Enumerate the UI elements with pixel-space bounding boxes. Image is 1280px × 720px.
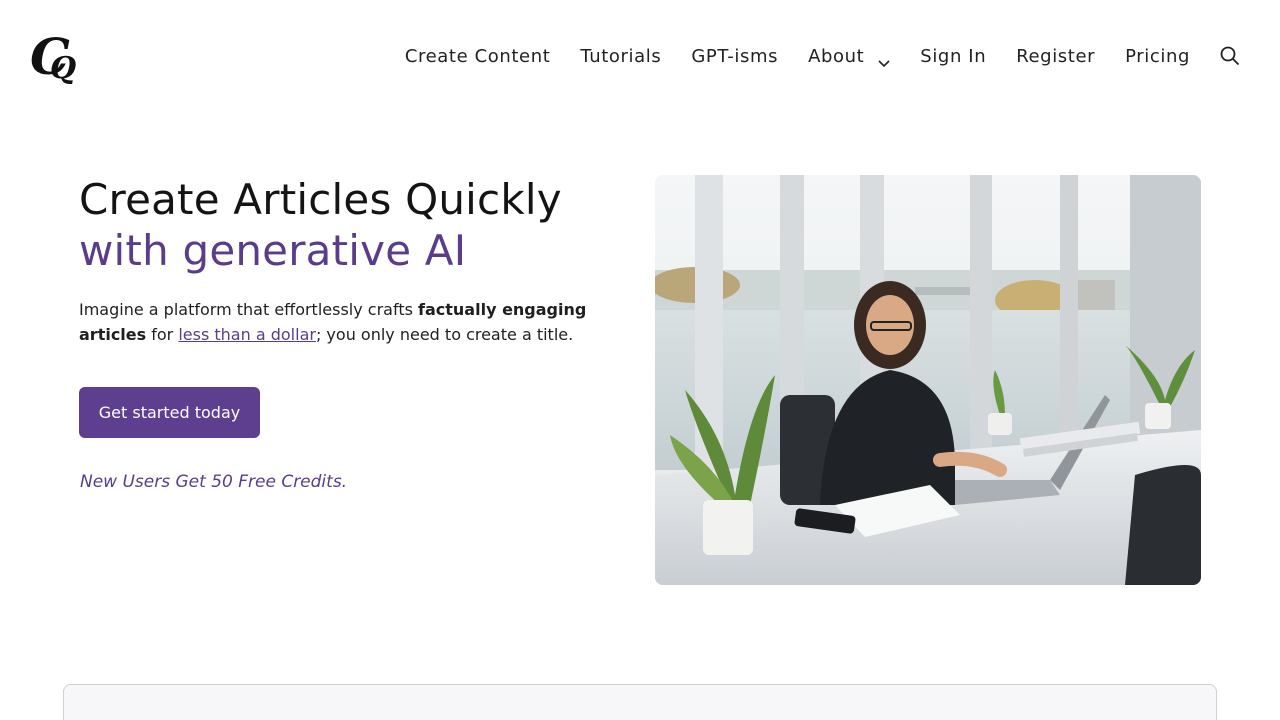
hero-desc-part2: for xyxy=(146,325,179,344)
chevron-down-icon[interactable] xyxy=(878,52,890,68)
get-started-button[interactable]: Get started today xyxy=(79,387,260,438)
nav-create-content[interactable]: Create Content xyxy=(405,46,551,67)
hero-title: Create Articles Quickly with generative … xyxy=(79,174,639,276)
nav-gpt-isms[interactable]: GPT-isms xyxy=(691,46,778,67)
hero-image xyxy=(655,175,1201,585)
nav-about-label: About xyxy=(808,45,865,67)
nav-register[interactable]: Register xyxy=(1016,46,1095,67)
hero-title-accent: with generative AI xyxy=(79,226,467,275)
hero-desc-part1: Imagine a platform that effortlessly cra… xyxy=(79,300,419,319)
nav-about[interactable]: About xyxy=(808,45,890,68)
site-header: C Q Create Content Tutorials GPT-isms Ab… xyxy=(0,0,1280,112)
svg-text:Q: Q xyxy=(50,51,76,84)
feature-card xyxy=(63,684,1217,720)
hero-title-main: Create Articles Quickly xyxy=(79,175,562,224)
main-nav: Create Content Tutorials GPT-isms About … xyxy=(405,40,1240,72)
nav-tutorials[interactable]: Tutorials xyxy=(580,46,661,67)
pricing-link[interactable]: less than a dollar xyxy=(178,325,316,344)
nav-sign-in[interactable]: Sign In xyxy=(920,46,986,67)
hero-desc-part3: ; you only need to create a title. xyxy=(315,325,574,344)
site-logo[interactable]: C Q xyxy=(30,27,82,86)
search-icon[interactable] xyxy=(1220,46,1240,66)
nav-pricing[interactable]: Pricing xyxy=(1125,46,1190,67)
hero-description: Imagine a platform that effortlessly cra… xyxy=(79,297,639,347)
free-credits-note: New Users Get 50 Free Credits. xyxy=(80,472,348,492)
